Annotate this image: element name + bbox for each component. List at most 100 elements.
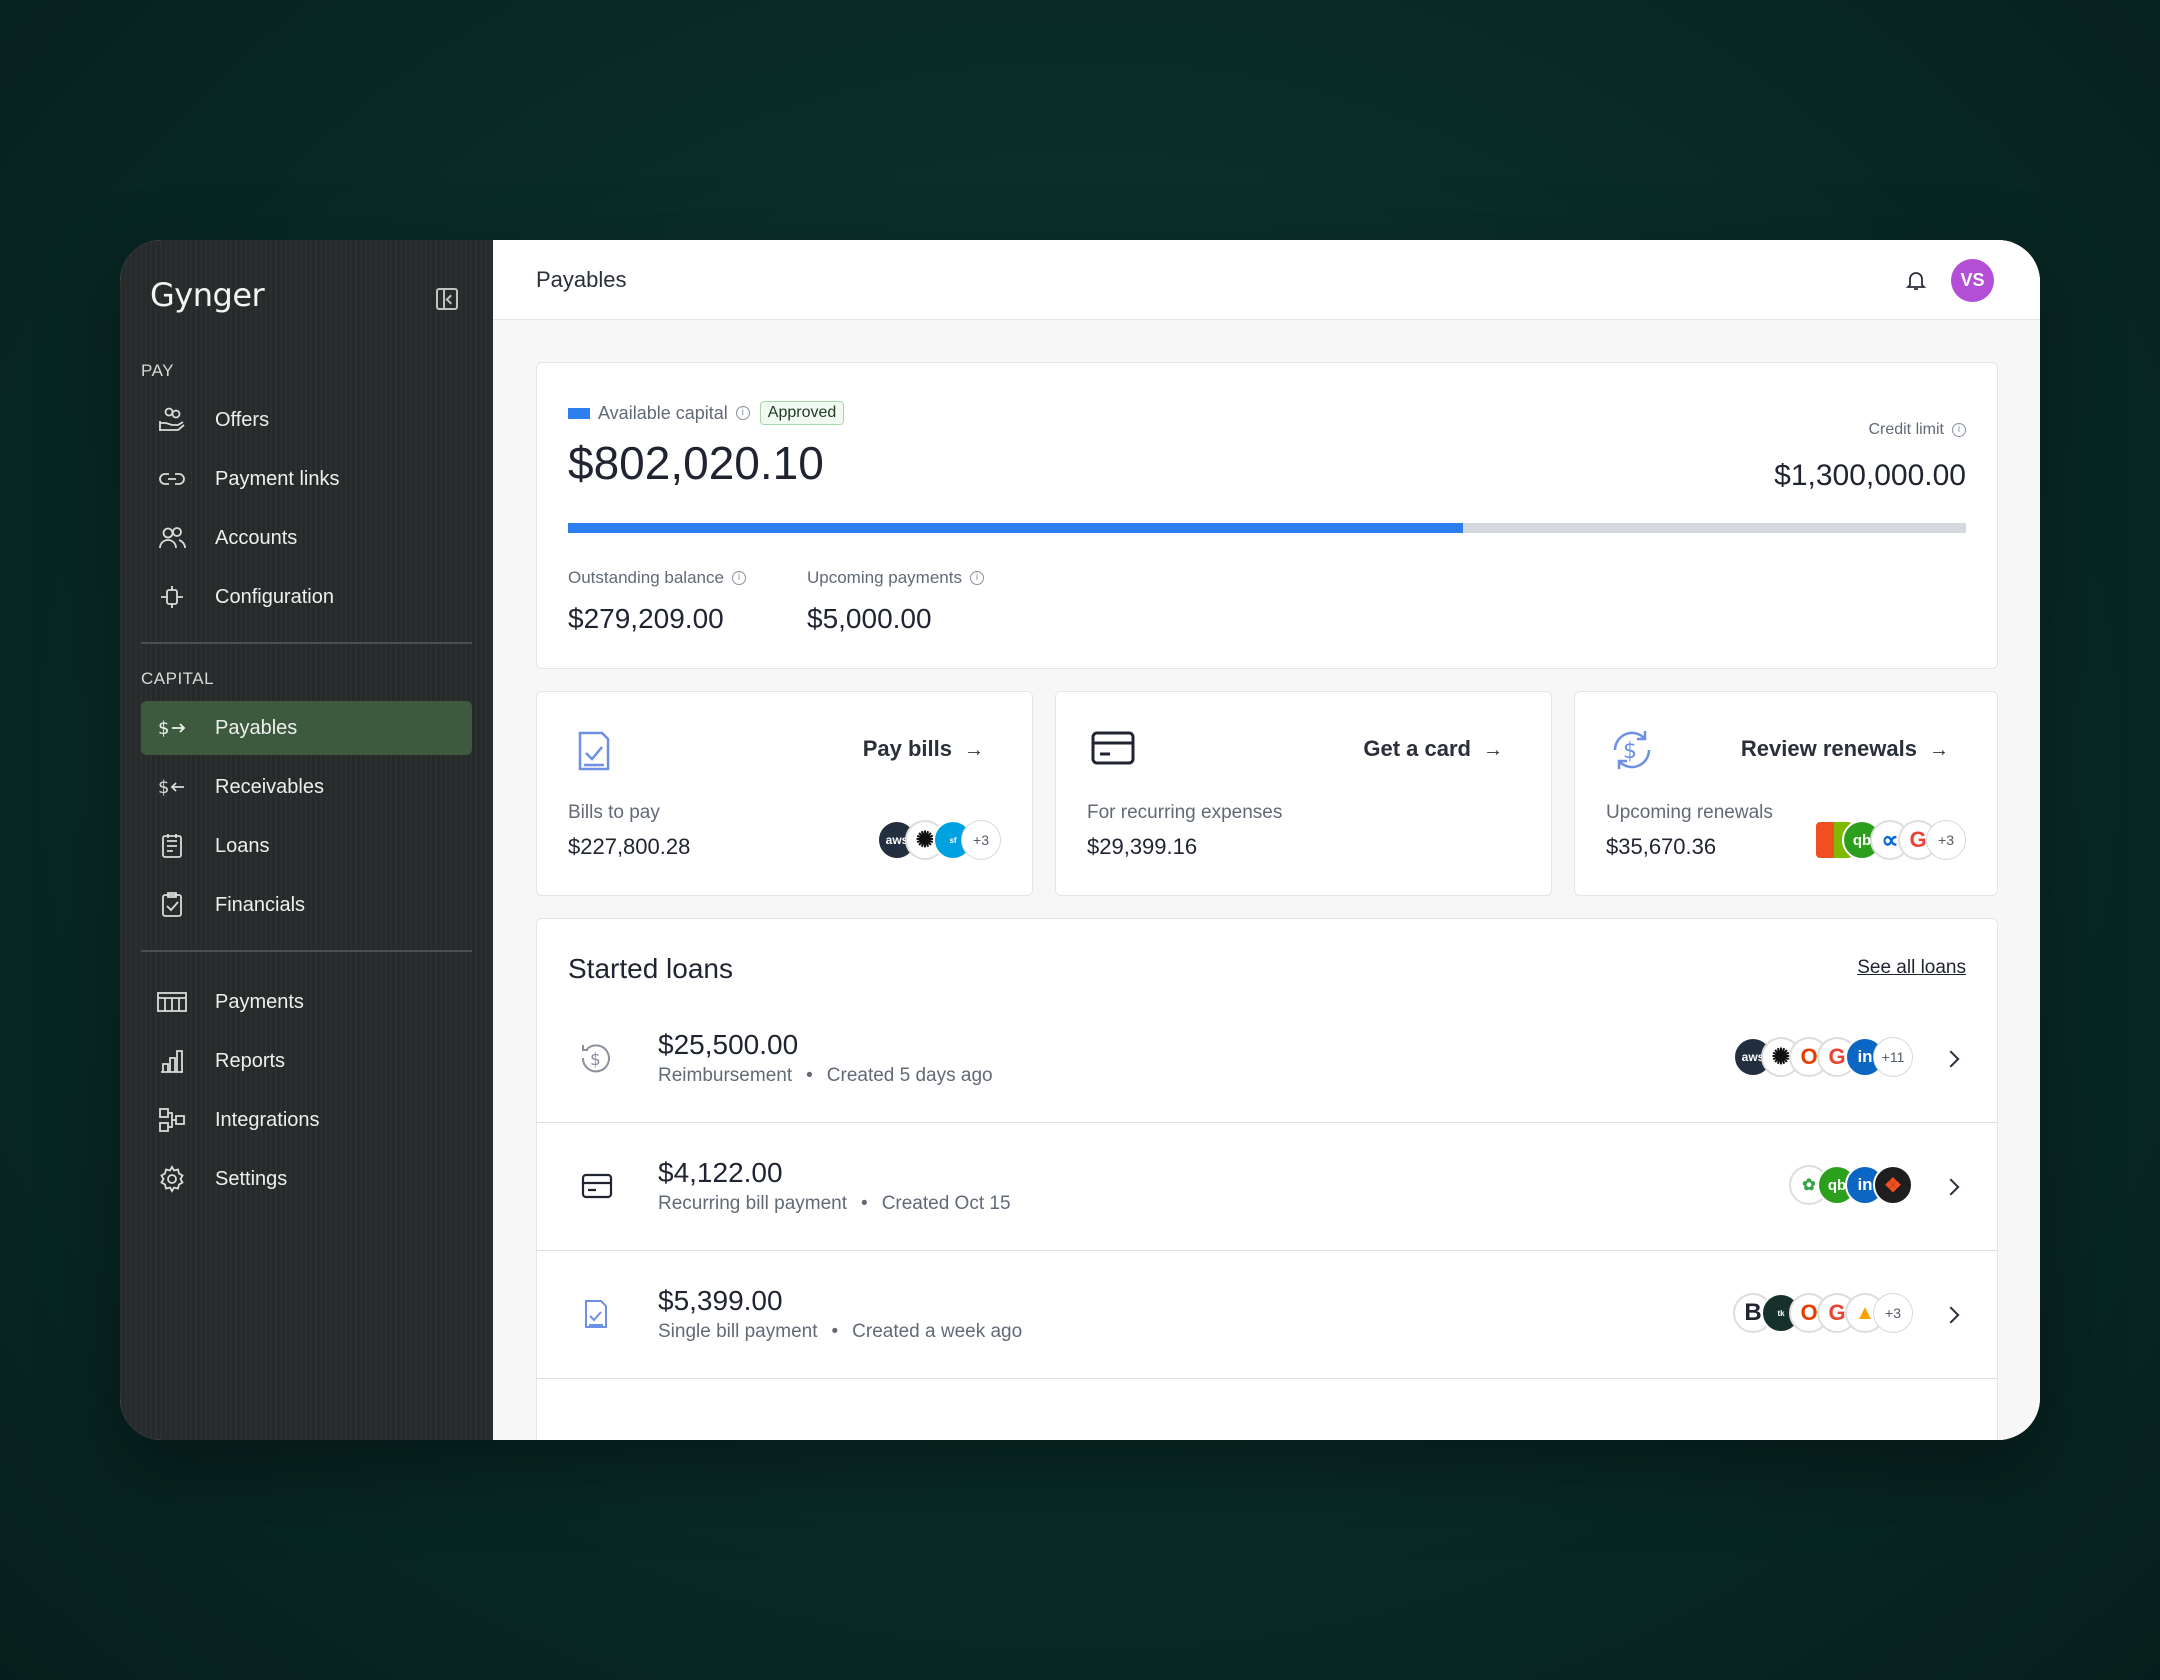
action-title: Get a card [1363,736,1471,761]
chevron-right-icon[interactable] [1942,1306,1960,1323]
sidebar-item-integrations[interactable]: Integrations [141,1093,472,1147]
separator-dot: • [831,1321,839,1342]
status-badge: Approved [759,401,845,425]
collapse-sidebar-icon[interactable] [436,288,458,310]
pay-bills-button[interactable]: Pay bills → [863,736,984,762]
link-icon [155,462,189,496]
sidebar-item-label: Payables [215,716,298,739]
legend-swatch [568,407,590,419]
credit-limit-label: Credit limit [1868,421,1944,438]
payments-icon [155,985,189,1019]
loan-created: Created a week ago [852,1321,1023,1342]
svg-text:$: $ [158,718,169,739]
arrow-right-icon: → [1929,739,1949,761]
chevron-right-icon[interactable] [1942,1050,1960,1067]
sidebar-item-label: Payments [215,990,304,1013]
sidebar-item-configuration[interactable]: Configuration [141,570,472,624]
chevron-right-icon[interactable] [1942,1178,1960,1195]
loan-type: Reimbursement [658,1065,793,1086]
info-icon[interactable]: i [969,571,984,585]
vendor-logos: qb ∝ G +3 [1814,820,1966,860]
integrations-icon [155,1103,189,1137]
sidebar-item-payments[interactable]: Payments [141,975,472,1029]
vendor-logos: aws ✺ O G in +11 [1733,1037,1913,1077]
action-amount: $227,800.28 [568,834,691,859]
loan-amount: $25,500.00 [658,1029,799,1060]
loans-icon [155,829,189,863]
configuration-icon [155,580,189,614]
sidebar-item-label: Loans [215,834,270,857]
get-card-button[interactable]: Get a card → [1363,736,1503,762]
outstanding-label: Outstanding balance [568,568,724,587]
capital-progress-bar [568,523,1966,533]
action-title: Pay bills [862,736,952,761]
sidebar-item-label: Integrations [215,1108,320,1131]
more-logos-badge: +3 [1926,820,1966,860]
vendor-logos: ✿ qb in ❖ [1789,1165,1913,1205]
main-content: Payables VS Available capital i Approved… [493,240,2040,1440]
bell-icon[interactable] [1904,268,1928,292]
avatar[interactable]: VS [1951,259,1994,302]
divider [141,642,472,644]
upcoming-amount: $5,000.00 [807,603,932,634]
sidebar-item-accounts[interactable]: Accounts [141,511,472,565]
app-window: Gynger PAY Offers Payment links Accounts… [120,240,2040,1440]
info-icon[interactable]: i [731,571,746,585]
sidebar-item-label: Offers [215,408,270,431]
action-sub-label: Upcoming renewals [1606,802,1773,823]
section-pay: PAY [141,361,174,380]
sidebar-item-label: Reports [215,1049,286,1072]
credit-card-icon [1091,731,1135,765]
pay-bills-card[interactable]: Pay bills → Bills to pay $227,800.28 aws … [536,691,1033,896]
outstanding-amount: $279,209.00 [568,603,724,634]
loan-row[interactable]: $5,399.00 Single bill payment • Created a … [537,1251,1997,1379]
sidebar-item-receivables[interactable]: $ Receivables [141,760,472,814]
loan-type: Recurring bill payment [658,1193,848,1214]
offers-icon [155,403,189,437]
sidebar-item-payables[interactable]: $ Payables [141,701,472,755]
sidebar-item-settings[interactable]: Settings [141,1152,472,1206]
more-logos-badge: +3 [1873,1293,1913,1333]
sidebar-item-financials[interactable]: Financials [141,878,472,932]
figma-logo-icon: ❖ [1873,1165,1913,1205]
vendor-logos: aws ✺ sf +3 [877,820,1001,860]
review-renewals-button[interactable]: Review renewals → [1741,736,1949,762]
info-icon[interactable]: i [735,406,750,420]
see-all-loans-link[interactable]: See all loans [1857,957,1966,979]
renewal-dollar-icon: $ [1613,731,1651,769]
loan-amount: $4,122.00 [658,1157,783,1188]
separator-dot: • [806,1065,813,1086]
gear-icon [155,1162,189,1196]
svg-text:$: $ [158,777,169,798]
review-renewals-card[interactable]: $ Review renewals → Upcoming renewals $35… [1574,691,1998,896]
sidebar-item-label: Accounts [215,526,298,549]
users-icon [155,521,189,555]
more-logos-badge: +11 [1873,1037,1913,1077]
loan-amount: $5,399.00 [658,1285,783,1316]
capital-progress-fill [568,523,1463,533]
divider [141,950,472,952]
sidebar-item-label: Payment links [215,467,340,490]
financials-icon [155,888,189,922]
info-icon[interactable]: i [1952,423,1966,437]
sidebar: Gynger PAY Offers Payment links Accounts… [120,240,493,1440]
payables-icon: $ [155,711,189,745]
sidebar-item-reports[interactable]: Reports [141,1034,472,1088]
arrow-right-icon: → [964,739,984,761]
sidebar-item-offers[interactable]: Offers [141,393,472,447]
loan-row[interactable]: $ $25,500.00 Reimbursement • Created 5 day… [537,995,1997,1123]
get-card-card[interactable]: Get a card → For recurring expenses $29,3… [1055,691,1552,896]
action-amount: $35,670.36 [1606,834,1717,859]
receivables-icon: $ [155,770,189,804]
sidebar-item-payment-links[interactable]: Payment links [141,452,472,506]
dollar-refresh-icon: $ [581,1044,610,1073]
loan-row[interactable]: $4,122.00 Recurring bill payment • Created… [537,1123,1997,1251]
sidebar-item-label: Financials [215,893,306,916]
more-logos-badge: +3 [961,820,1001,860]
loan-created: Created Oct 15 [881,1193,1011,1214]
section-capital: CAPITAL [141,669,215,688]
sidebar-item-label: Settings [215,1167,288,1190]
sidebar-item-loans[interactable]: Loans [141,819,472,873]
started-loans-card: Started loans See all loans $ $25,500.00… [536,918,1998,1440]
available-capital-label: Available capital [598,402,728,423]
